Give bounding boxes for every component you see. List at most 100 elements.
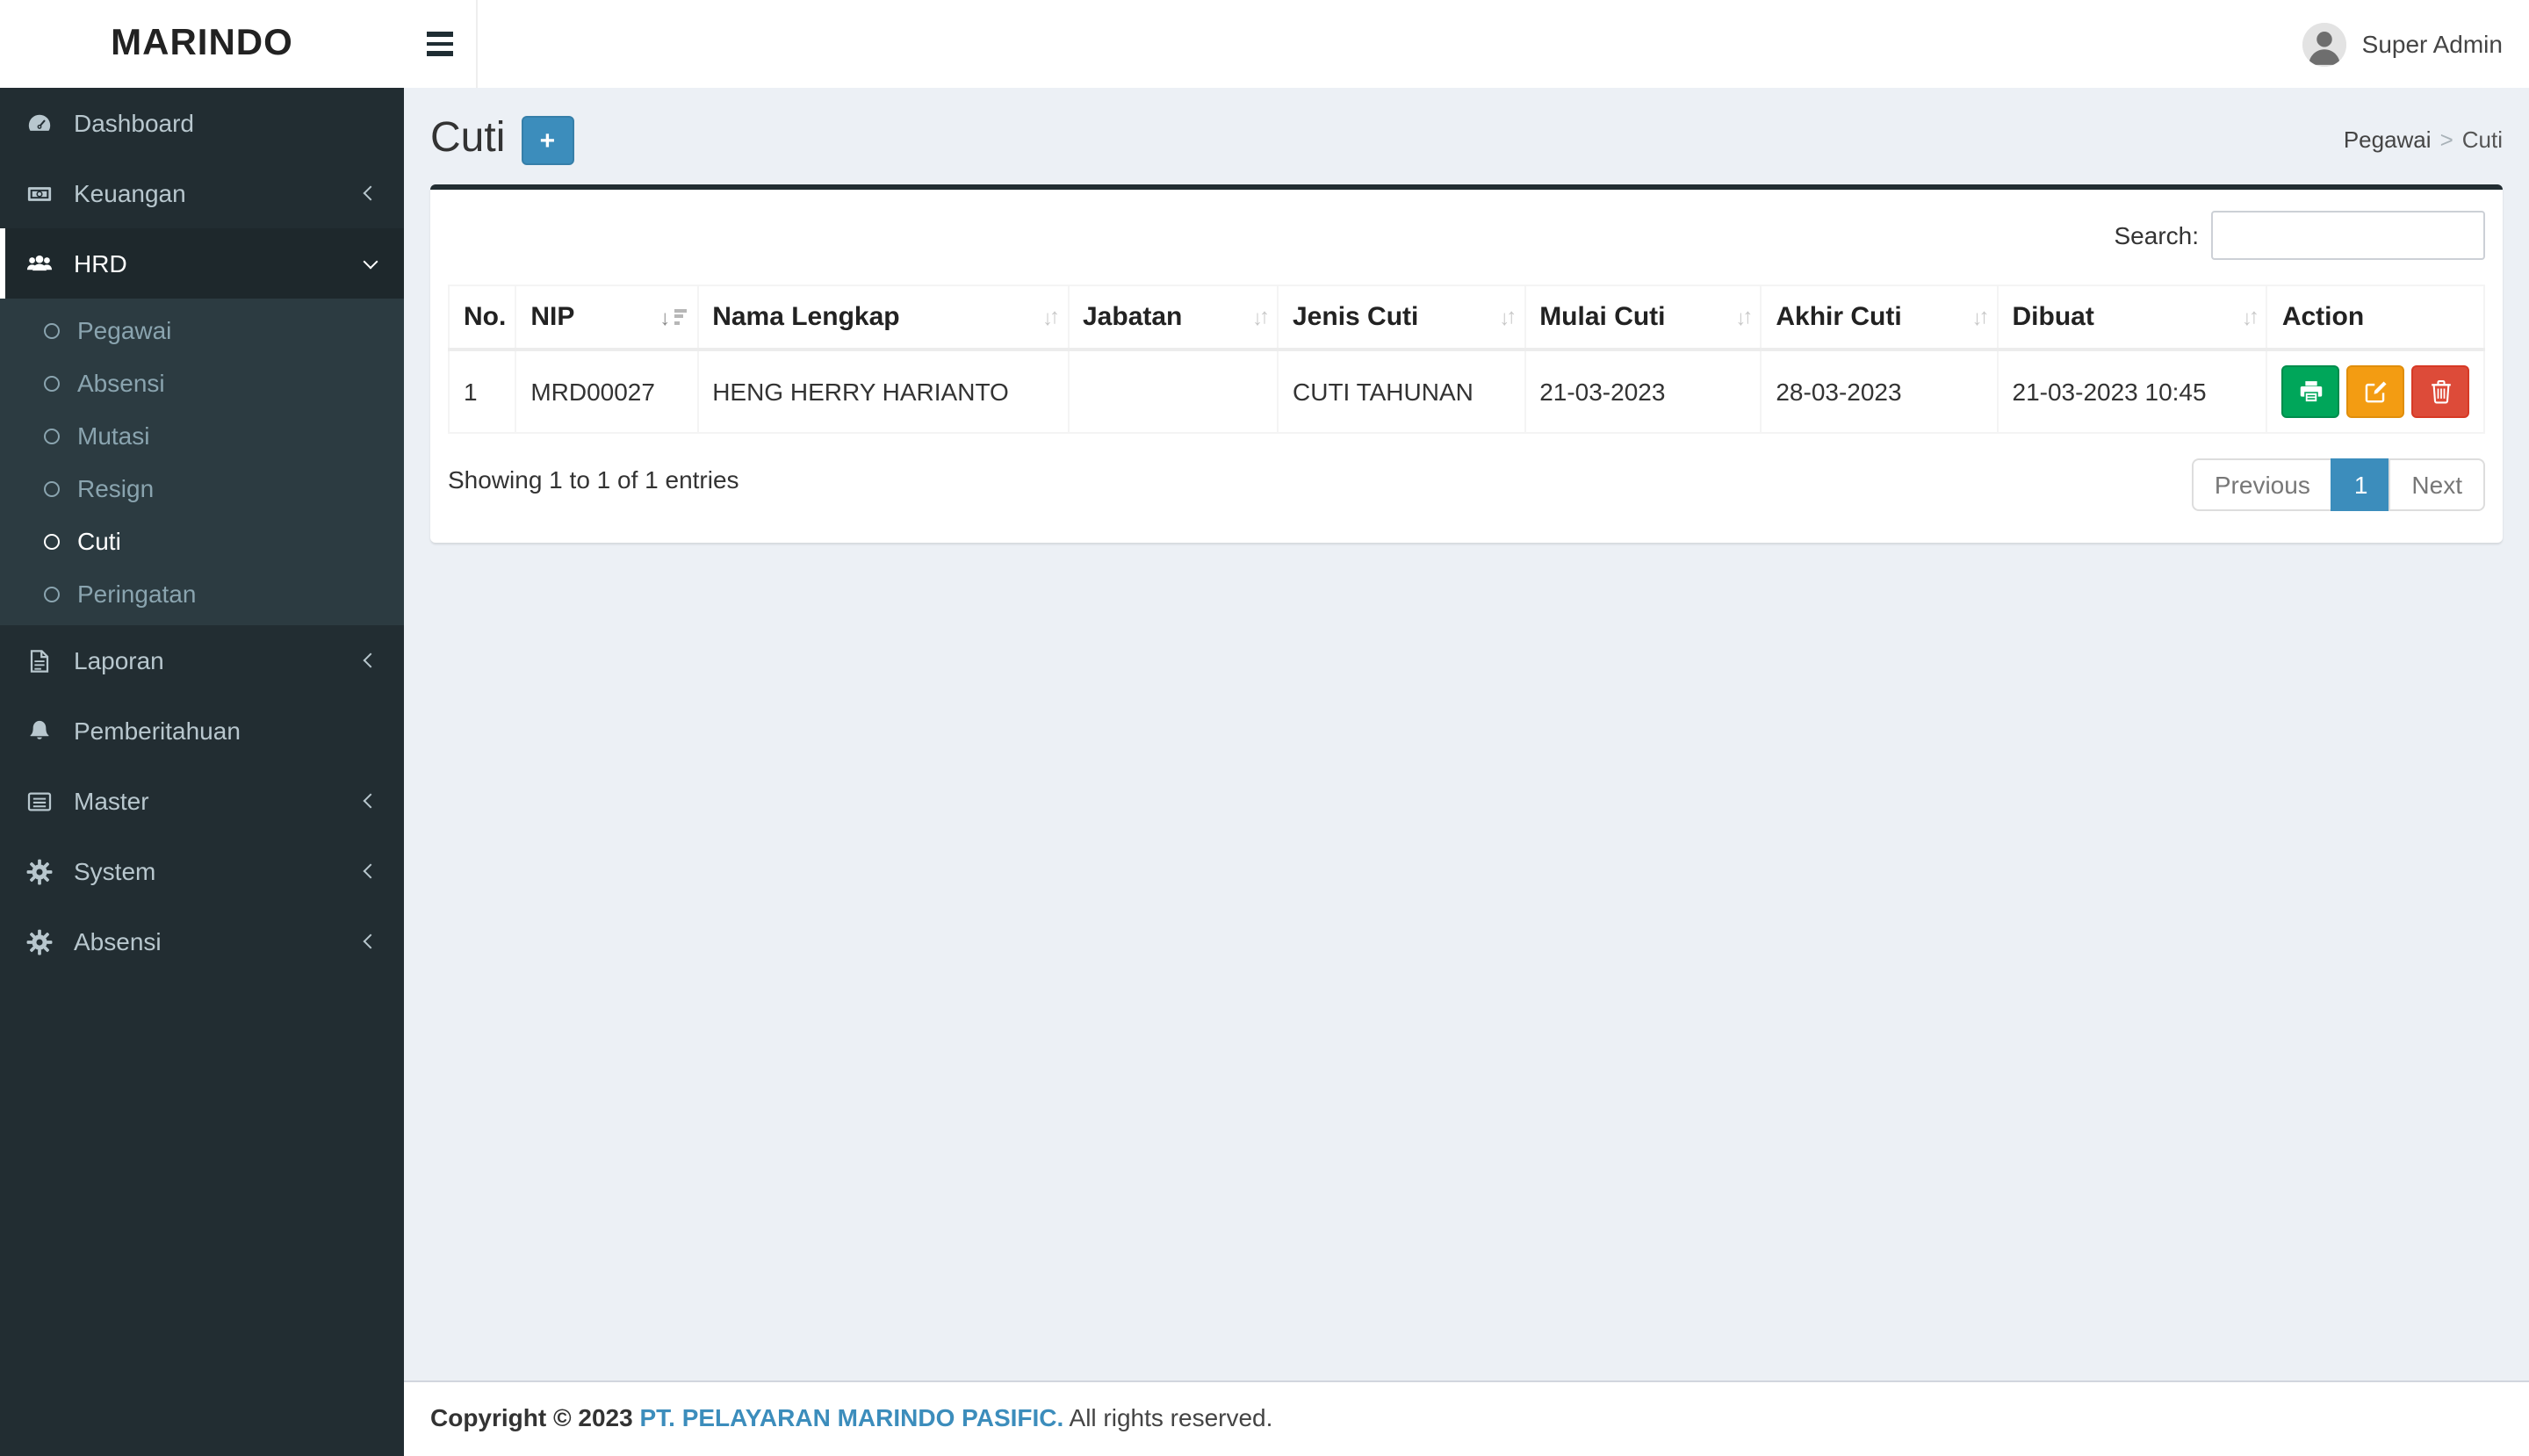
circle-icon	[44, 533, 60, 549]
cuti-table-box: Search: No. NIP ↓ Nama Lengkap ↓↑ Jabata	[430, 184, 2503, 543]
add-button[interactable]: +	[521, 116, 574, 165]
circle-icon	[44, 375, 60, 391]
cuti-table: No. NIP ↓ Nama Lengkap ↓↑ Jabatan ↓↑ Jen…	[447, 285, 2485, 434]
cell-no: 1	[447, 349, 517, 434]
col-nama-lengkap[interactable]: Nama Lengkap ↓↑	[696, 285, 1069, 351]
sidebar-item-pemberitahuan[interactable]: Pemberitahuan	[0, 696, 404, 766]
dashboard-icon	[26, 110, 61, 136]
circle-icon	[44, 480, 60, 496]
main-header: MARINDO Super Admin	[0, 0, 2529, 88]
table-header-row: No. NIP ↓ Nama Lengkap ↓↑ Jabatan ↓↑ Jen…	[447, 285, 2485, 351]
footer-company-link[interactable]: PT. PELAYARAN MARINDO PASIFIC.	[639, 1403, 1063, 1431]
page-title: Cuti	[430, 113, 506, 161]
col-no[interactable]: No.	[447, 285, 517, 351]
sidebar-item-label: Master	[74, 787, 149, 815]
money-icon	[26, 180, 61, 206]
submenu-label: Pegawai	[77, 316, 172, 344]
col-dibuat[interactable]: Dibuat ↓↑	[1996, 285, 2268, 351]
sidebar-item-master[interactable]: Master	[0, 766, 404, 836]
pagination: Previous 1 Next	[2191, 458, 2485, 511]
chevron-left-icon	[363, 652, 378, 668]
sidebar-subitem-resign[interactable]: Resign	[0, 462, 404, 515]
breadcrumb-current: Cuti	[2461, 126, 2503, 153]
cell-dibuat: 21-03-2023 10:45	[1996, 349, 2268, 434]
cell-nip: MRD00027	[515, 349, 699, 434]
sort-icon: ↓↑	[1042, 303, 1060, 329]
sort-icon: ↓↑	[1971, 303, 1990, 329]
edit-button[interactable]	[2346, 365, 2405, 418]
main-footer: Copyright © 2023 PT. PELAYARAN MARINDO P…	[404, 1380, 2529, 1456]
cell-mulai-cuti: 21-03-2023	[1524, 349, 1762, 434]
hrd-submenu: Pegawai Absensi Mutasi Resign Cuti Perin…	[0, 299, 404, 625]
chevron-left-icon	[363, 933, 378, 949]
sidebar-item-label: Absensi	[74, 927, 162, 955]
cell-jabatan	[1067, 349, 1279, 434]
col-jabatan[interactable]: Jabatan ↓↑	[1067, 285, 1279, 351]
sidebar-item-keuangan[interactable]: Keuangan	[0, 158, 404, 228]
gear-icon	[26, 928, 61, 955]
col-akhir-cuti[interactable]: Akhir Cuti ↓↑	[1760, 285, 1999, 351]
cell-akhir-cuti: 28-03-2023	[1760, 349, 1999, 434]
content-header: Cuti + Pegawai > Cuti	[404, 88, 2529, 184]
circle-icon	[44, 428, 60, 443]
pagination-previous[interactable]: Previous	[2191, 458, 2333, 511]
sidebar-subitem-pegawai[interactable]: Pegawai	[0, 304, 404, 357]
footer-rights: All rights reserved.	[1069, 1403, 1273, 1431]
table-info: Showing 1 to 1 of 1 entries	[448, 465, 739, 494]
sidebar-item-dashboard[interactable]: Dashboard	[0, 88, 404, 158]
sidebar-subitem-mutasi[interactable]: Mutasi	[0, 409, 404, 462]
sidebar-item-label: Dashboard	[74, 109, 194, 137]
pagination-next[interactable]: Next	[2388, 458, 2485, 511]
user-avatar-image	[2302, 22, 2346, 66]
submenu-label: Absensi	[77, 369, 165, 397]
col-nip[interactable]: NIP ↓	[515, 285, 699, 351]
pagination-page-1[interactable]: 1	[2331, 458, 2391, 511]
sidebar-item-label: Pemberitahuan	[74, 717, 241, 745]
sidebar-item-label: Laporan	[74, 646, 164, 674]
sort-icon: ↓↑	[1735, 303, 1753, 329]
sidebar-subitem-peringatan[interactable]: Peringatan	[0, 567, 404, 620]
chevron-left-icon	[363, 863, 378, 879]
col-jenis-cuti[interactable]: Jenis Cuti ↓↑	[1277, 285, 1526, 351]
sidebar-subitem-absensi[interactable]: Absensi	[0, 357, 404, 409]
sort-icon: ↓↑	[1499, 303, 1517, 329]
circle-icon	[44, 322, 60, 338]
sidebar-toggle-button[interactable]	[404, 0, 478, 88]
file-icon	[26, 647, 61, 674]
sidebar-subitem-cuti[interactable]: Cuti	[0, 515, 404, 567]
top-navbar: Super Admin	[404, 0, 2529, 88]
datatable-filter: Search:	[448, 207, 2485, 260]
submenu-label: Cuti	[77, 527, 121, 555]
footer-copyright: Copyright © 2023	[430, 1403, 633, 1431]
search-label: Search:	[2114, 221, 2200, 249]
breadcrumb-link-pegawai[interactable]: Pegawai	[2344, 126, 2432, 153]
sort-icon: ↓↑	[1252, 303, 1270, 329]
sidebar-item-absensi[interactable]: Absensi	[0, 906, 404, 977]
sidebar-item-system[interactable]: System	[0, 836, 404, 906]
chevron-left-icon	[363, 793, 378, 809]
cell-nama-lengkap: HENG HERRY HARIANTO	[696, 349, 1069, 434]
sidebar-item-label: System	[74, 857, 156, 885]
submenu-label: Resign	[77, 474, 155, 502]
user-name-label: Super Admin	[2361, 30, 2503, 58]
chevron-left-icon	[363, 185, 378, 201]
sort-desc-icon: ↓	[659, 306, 687, 328]
print-button[interactable]	[2281, 365, 2340, 418]
sort-icon: ↓↑	[2241, 303, 2259, 329]
table-row: 1 MRD00027 HENG HERRY HARIANTO CUTI TAHU…	[447, 349, 2485, 434]
col-mulai-cuti[interactable]: Mulai Cuti ↓↑	[1524, 285, 1762, 351]
search-input[interactable]	[2211, 211, 2485, 260]
user-menu[interactable]: Super Admin	[2276, 0, 2529, 88]
cell-action	[2266, 349, 2485, 434]
content-wrapper: Cuti + Pegawai > Cuti Search: No. NIP ↓ …	[404, 88, 2529, 1380]
chevron-down-icon	[363, 253, 378, 269]
users-icon	[26, 250, 61, 277]
col-action: Action	[2266, 285, 2485, 351]
delete-button[interactable]	[2411, 365, 2469, 418]
cell-jenis-cuti: CUTI TAHUNAN	[1277, 349, 1526, 434]
gear-icon	[26, 858, 61, 884]
page-title-row: Cuti +	[430, 111, 574, 165]
sidebar-item-hrd[interactable]: HRD Pegawai Absensi Mutasi Resign Cuti P…	[0, 228, 404, 625]
sidebar-item-laporan[interactable]: Laporan	[0, 625, 404, 696]
brand-logo[interactable]: MARINDO	[0, 0, 404, 88]
